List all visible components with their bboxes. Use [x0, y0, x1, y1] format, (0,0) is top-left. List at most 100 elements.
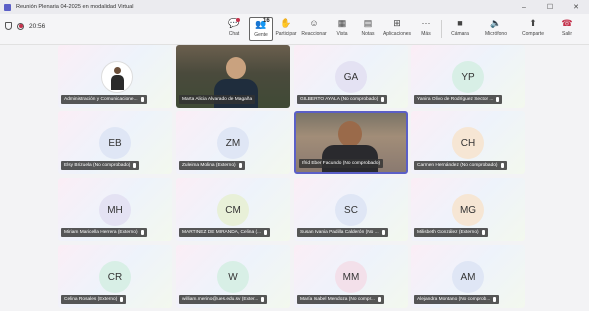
speaker-icon: 🔈 — [490, 17, 502, 28]
participant-video-tile[interactable]: Ifrid Eber Facundo (No comprobado) — [294, 111, 408, 174]
participant-tile[interactable]: ZM Zuleima Molina (Externo) — [176, 111, 290, 174]
participant-name: Elsy Brizuela (No comprobado) — [61, 161, 140, 170]
participant-tile[interactable]: SC Susan Ivania Padilla Calderón (No ... — [294, 178, 408, 241]
participant-name: Zuleima Molina (Externo) — [179, 161, 245, 170]
participant-name: Celina Rosales (Externo) — [61, 295, 127, 304]
participant-photo — [101, 61, 133, 93]
mic-muted-icon — [377, 297, 381, 302]
mic-muted-icon — [381, 230, 385, 235]
participant-tile[interactable]: CH Carmen Hernández (No comprobado) — [411, 111, 525, 174]
participant-name: william.merino@ues.edu.sv (Exter... — [179, 295, 268, 304]
react-label: Reaccionar — [301, 31, 327, 37]
participant-name: Milisbeth González (Externo) — [414, 228, 488, 237]
share-icon: ⬆ — [529, 17, 537, 28]
raise-hand-label: Participar — [275, 31, 297, 37]
avatar: AM — [452, 261, 484, 293]
notes-button[interactable]: ▤ Notas — [356, 17, 380, 41]
window-title: Reunión Plenaria 04-2025 en modalidad Vi… — [16, 4, 134, 10]
avatar: GA — [335, 61, 367, 93]
camera-off-icon: ■ — [457, 17, 463, 28]
camera-button[interactable]: ■ Cámara — [448, 17, 472, 41]
mic-muted-icon — [493, 297, 497, 302]
participant-tile[interactable]: MM María Isabel Mendoza (No compr... — [294, 245, 408, 308]
apps-button[interactable]: ⊞ Aplicaciones — [382, 17, 412, 41]
close-window-button[interactable]: ✕ — [563, 0, 589, 14]
smiley-icon: ☺ — [309, 17, 319, 28]
meeting-timer: 20:56 — [29, 22, 46, 30]
meeting-status: 20:56 — [5, 22, 45, 30]
window-controls: – ☐ ✕ — [511, 0, 589, 14]
participant-tile[interactable]: GA GILBERTO AYALA (No comprobado) — [294, 45, 408, 108]
participant-tile[interactable]: YP Yanira Olivo de Rodríguez Sector ... — [411, 45, 525, 108]
maximize-button[interactable]: ☐ — [537, 0, 563, 14]
leave-button[interactable]: ☎ Salir — [555, 17, 579, 41]
toolbar-divider — [441, 20, 442, 38]
more-button[interactable]: ··· Más — [414, 17, 438, 41]
participant-name: Marta Alicia Alvarado de Magaña — [179, 95, 256, 104]
share-button[interactable]: ⬆ Comparte — [521, 17, 545, 41]
grid-view-icon: ▦ — [337, 17, 347, 28]
react-button[interactable]: ☺ Reaccionar — [301, 17, 327, 41]
participant-tile[interactable]: AM Alejandra Montano (No comprob... — [411, 245, 525, 308]
notes-label: Notas — [361, 31, 375, 37]
mic-muted-icon — [481, 230, 485, 235]
participant-name: Administración y Comunicacione... — [61, 95, 147, 104]
more-label: Más — [421, 31, 431, 37]
mic-muted-icon — [238, 163, 242, 168]
avatar: CR — [99, 261, 131, 293]
participant-name: GILBERTO AYALA (No comprobado) — [297, 95, 388, 104]
participant-name: Susan Ivania Padilla Calderón (No ... — [297, 228, 388, 237]
apps-label: Aplicaciones — [382, 31, 412, 37]
notes-icon: ▤ — [363, 17, 373, 28]
avatar: SC — [335, 194, 367, 226]
raise-hand-icon: ✋ — [280, 17, 292, 28]
participant-tile[interactable]: W william.merino@ues.edu.sv (Exter... — [176, 245, 290, 308]
participant-name: María Isabel Mendoza (No compr... — [297, 295, 384, 304]
participant-tile[interactable]: Administración y Comunicacione... — [58, 45, 172, 108]
participant-face — [226, 57, 246, 79]
view-button[interactable]: ▦ Vista — [330, 17, 354, 41]
raise-hand-button[interactable]: ✋ Participar — [274, 17, 298, 41]
title-bar: Reunión Plenaria 04-2025 en modalidad Vi… — [0, 0, 589, 14]
mic-muted-icon — [261, 297, 265, 302]
participant-name: Alejandra Montano (No comprob... — [414, 295, 500, 304]
people-label: Gente — [254, 32, 268, 38]
add-app-icon: ⊞ — [393, 17, 401, 28]
participant-video-tile[interactable]: Marta Alicia Alvarado de Magaña — [176, 45, 290, 108]
mic-muted-icon — [120, 297, 124, 302]
avatar: W — [217, 261, 249, 293]
avatar: MG — [452, 194, 484, 226]
meeting-toolbar: 20:56 💬 Chat 👥 16 Gente ✋ Participar ☺ R… — [0, 14, 589, 45]
recording-icon — [17, 22, 24, 30]
people-button[interactable]: 👥 16 Gente — [249, 17, 273, 41]
mic-muted-icon — [264, 230, 268, 235]
chat-button[interactable]: 💬 Chat — [222, 17, 246, 41]
mic-muted-icon — [140, 97, 144, 102]
people-count: 16 — [263, 18, 270, 24]
participant-name: Ifrid Eber Facundo (No comprobado) — [299, 159, 384, 168]
mic-muted-icon — [140, 230, 144, 235]
chat-label: Chat — [228, 31, 240, 37]
mic-button[interactable]: 🔈 Micrófono — [484, 17, 508, 41]
minimize-button[interactable]: – — [511, 0, 537, 14]
participant-tile[interactable]: MG Milisbeth González (Externo) — [411, 178, 525, 241]
participant-name: Miriam Maricella Herrera (Externo) — [61, 228, 147, 237]
participant-face — [338, 121, 362, 147]
avatar: EB — [99, 127, 131, 159]
avatar: CH — [452, 127, 484, 159]
mic-muted-icon — [133, 163, 137, 168]
shield-icon[interactable] — [5, 22, 12, 30]
participant-tile[interactable]: MH Miriam Maricella Herrera (Externo) — [58, 178, 172, 241]
camera-label: Cámara — [451, 31, 469, 37]
participant-tile[interactable]: CM MARTINEZ DE MIRANDA, Celina (... — [176, 178, 290, 241]
hang-up-icon: ☎ — [561, 17, 573, 28]
participant-tile[interactable]: EB Elsy Brizuela (No comprobado) — [58, 111, 172, 174]
participant-tile[interactable]: CR Celina Rosales (Externo) — [58, 245, 172, 308]
more-dots-icon: ··· — [421, 17, 431, 28]
mic-muted-icon — [496, 97, 500, 102]
teams-logo-icon — [4, 3, 11, 11]
participant-name: Carmen Hernández (No comprobado) — [414, 161, 507, 170]
participant-name: MARTINEZ DE MIRANDA, Celina (... — [179, 228, 271, 237]
view-label: Vista — [336, 31, 348, 37]
avatar: ZM — [217, 127, 249, 159]
